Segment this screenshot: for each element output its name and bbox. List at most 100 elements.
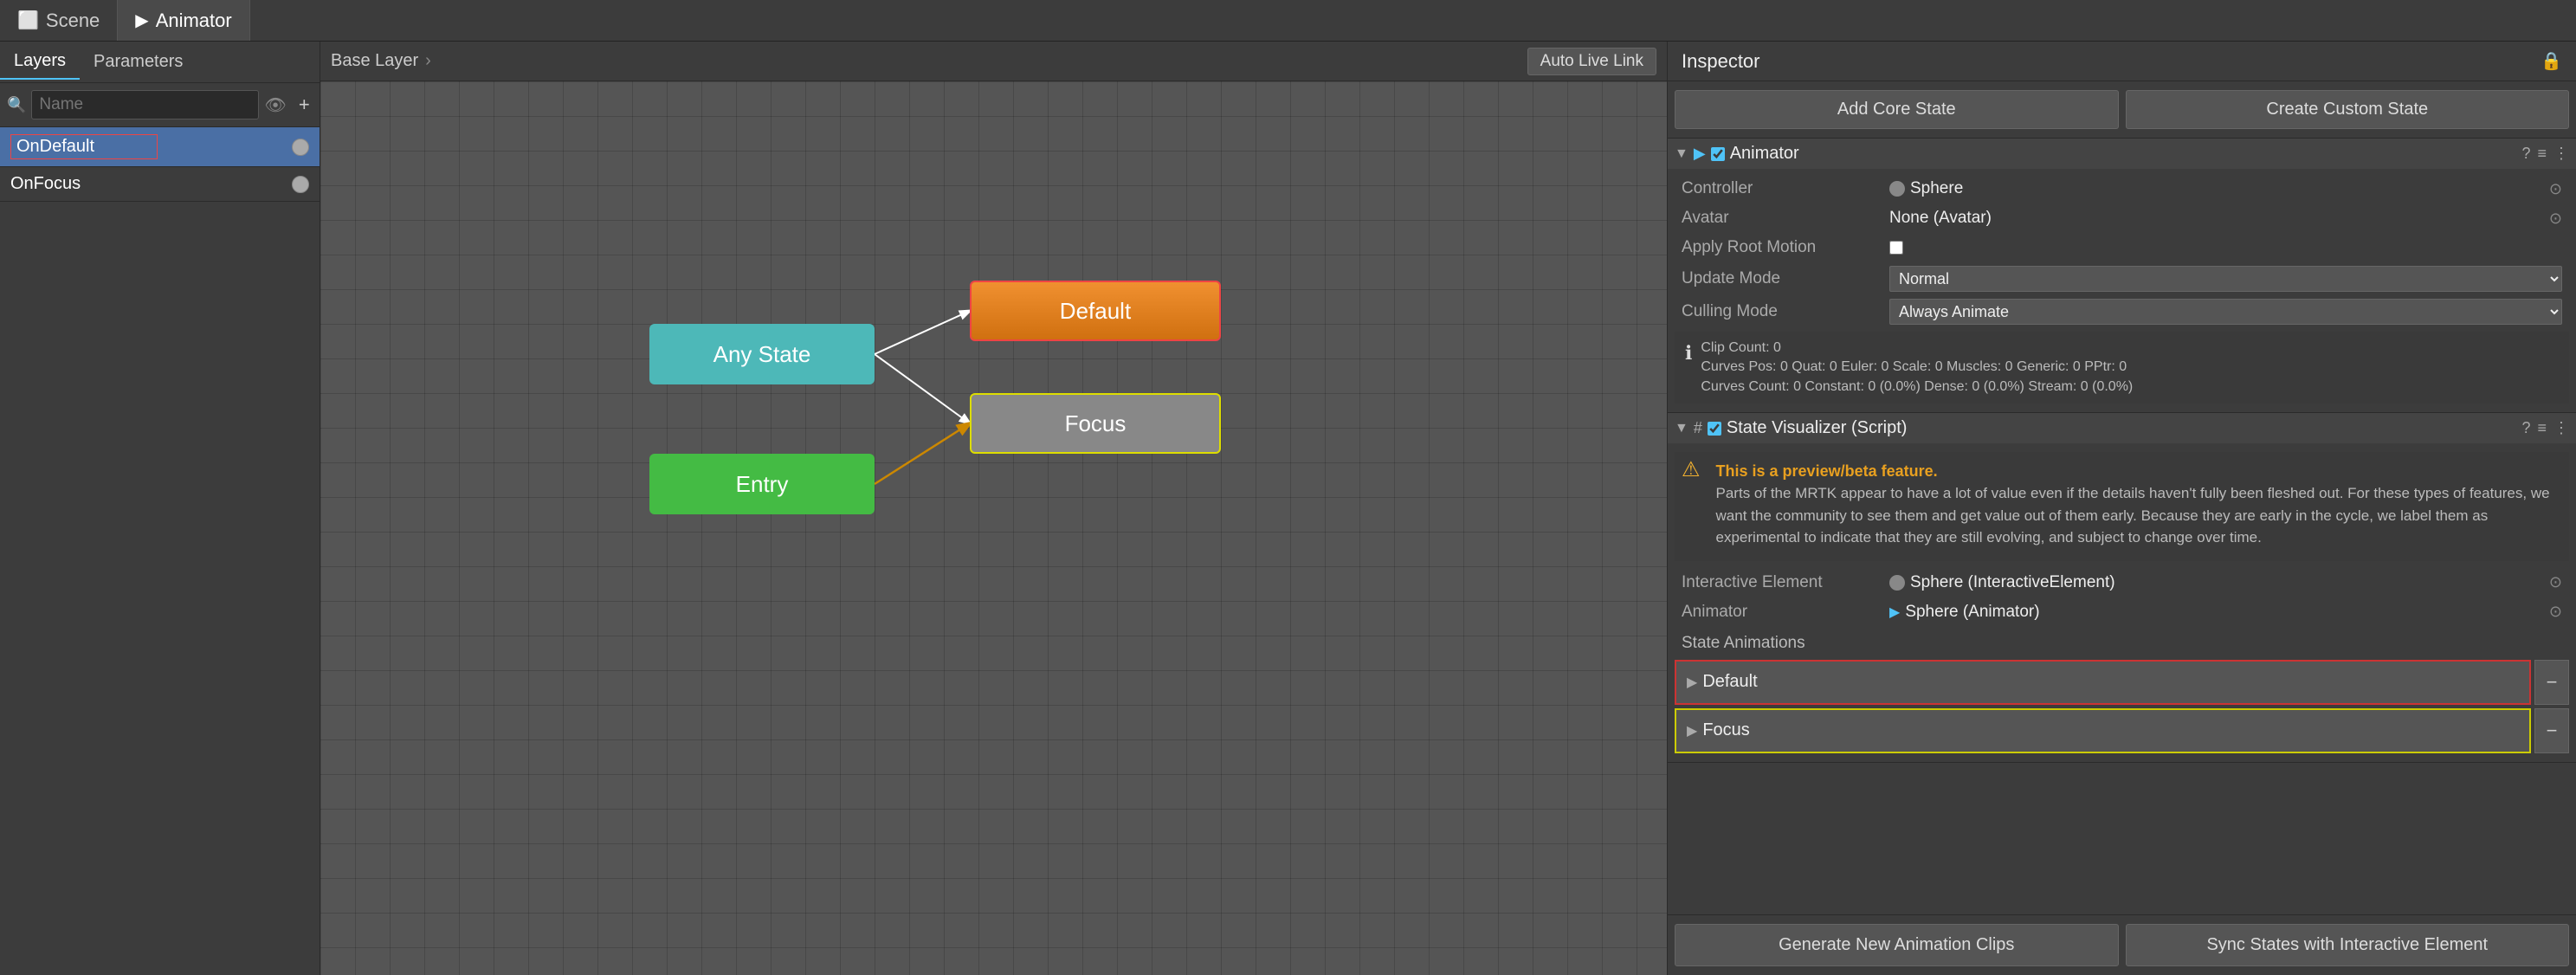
state-anim-focus: ▶ Focus −: [1675, 708, 2569, 753]
info-icon: ℹ: [1685, 340, 1692, 367]
animator-question-icon[interactable]: ?: [2521, 145, 2530, 163]
prop-culling-mode: Culling Mode Always Animate: [1668, 295, 2576, 328]
tab-parameters[interactable]: Parameters: [80, 45, 197, 79]
warning-section: ⚠ This is a preview/beta feature. Parts …: [1675, 452, 2569, 561]
prop-interactive-element: Interactive Element Sphere (InteractiveE…: [1668, 568, 2576, 597]
sync-states-button[interactable]: Sync States with Interactive Element: [2126, 924, 2570, 966]
breadcrumb-text: Base Layer: [331, 51, 418, 71]
update-mode-select[interactable]: Normal: [1889, 266, 2562, 292]
apply-root-motion-checkbox[interactable]: [1889, 241, 1903, 255]
layer-item-onfocus[interactable]: OnFocus: [0, 167, 320, 202]
layer-item-ondefault[interactable]: OnDefault: [0, 127, 320, 167]
controller-end-icon[interactable]: ⊙: [2549, 180, 2562, 198]
culling-mode-label: Culling Mode: [1682, 302, 1889, 321]
inspector-title: Inspector: [1682, 50, 2530, 73]
animator-overflow-icon[interactable]: ⋮: [2553, 145, 2569, 163]
tab-layers[interactable]: Layers: [0, 44, 80, 80]
state-animations-label: State Animations: [1668, 627, 2576, 656]
animator-canvas[interactable]: Any State Entry Default Focus: [320, 81, 1667, 975]
warning-icon: ⚠: [1682, 457, 1701, 482]
state-visualizer-component-icons: ? ≡ ⋮: [2521, 419, 2569, 437]
inspector-header-icons: 🔒: [2540, 50, 2562, 72]
update-mode-label: Update Mode: [1682, 269, 1889, 288]
state-visualizer-title: State Visualizer (Script): [1727, 418, 2517, 438]
state-entry[interactable]: Entry: [649, 454, 875, 514]
warning-text: Parts of the MRTK appear to have a lot o…: [1709, 482, 2562, 556]
lock-icon[interactable]: 🔒: [2540, 50, 2562, 72]
animator-component-body: Controller Sphere ⊙ Avatar None (Avatar): [1668, 169, 2576, 412]
generate-clips-button[interactable]: Generate New Animation Clips: [1675, 924, 2119, 966]
prop-controller: Controller Sphere ⊙: [1668, 174, 2576, 203]
interactive-element-end-icon[interactable]: ⊙: [2549, 573, 2562, 591]
clip-info-box: ℹ Clip Count: 0 Curves Pos: 0 Quat: 0 Eu…: [1675, 332, 2569, 404]
state-visualizer-overflow-icon[interactable]: ⋮: [2553, 419, 2569, 437]
tab-scene-label: Scene: [46, 10, 100, 32]
prop-apply-root-motion: Apply Root Motion: [1668, 233, 2576, 262]
state-visualizer-header[interactable]: ▼ # State Visualizer (Script) ? ≡ ⋮: [1668, 413, 2576, 443]
state-anim-focus-minus[interactable]: −: [2534, 708, 2569, 753]
animator-component-title: Animator: [1730, 144, 2517, 164]
state-focus[interactable]: Focus: [970, 393, 1221, 454]
add-core-state-button[interactable]: Add Core State: [1675, 90, 2119, 129]
clip-info-text: Clip Count: 0 Curves Pos: 0 Quat: 0 Eule…: [1701, 339, 2133, 397]
focus-anim-label: Focus: [1702, 720, 1749, 740]
avatar-value: None (Avatar): [1889, 209, 2546, 228]
breadcrumb: Base Layer ›: [331, 51, 431, 71]
animator-component-header[interactable]: ▼ ▶ Animator ? ≡ ⋮: [1668, 139, 2576, 169]
prop-avatar: Avatar None (Avatar) ⊙: [1668, 203, 2576, 233]
animator-collapse-arrow: ▼: [1675, 146, 1688, 162]
state-visualizer-question-icon[interactable]: ?: [2521, 419, 2530, 437]
tab-bar: ⬜ Scene ▶ Animator: [0, 0, 2576, 42]
layer-name-onfocus: OnFocus: [10, 174, 152, 194]
animator-toolbar: Base Layer › Auto Live Link: [320, 42, 1667, 81]
warning-content: This is a preview/beta feature. Parts of…: [1709, 457, 2562, 556]
controller-label: Controller: [1682, 179, 1889, 198]
animator-enabled-checkbox[interactable]: [1711, 147, 1725, 161]
warning-icon-row: ⚠ This is a preview/beta feature. Parts …: [1675, 452, 2569, 561]
state-visualizer-collapse-arrow: ▼: [1675, 421, 1688, 436]
interactive-element-icon: [1889, 575, 1905, 591]
prop-animator-ref: Animator ▶ Sphere (Animator) ⊙: [1668, 597, 2576, 627]
search-row: 🔍 👁 +: [0, 83, 320, 127]
state-visualizer-hash-icon: #: [1694, 419, 1702, 437]
state-anim-default: ▶ Default −: [1675, 660, 2569, 705]
search-icon: 🔍: [7, 96, 26, 114]
eye-icon[interactable]: 👁: [264, 94, 286, 116]
animator-ref-label: Animator: [1682, 603, 1889, 622]
layer-name-ondefault: OnDefault: [10, 134, 158, 159]
state-anim-focus-box[interactable]: ▶ Focus: [1675, 708, 2531, 753]
default-anim-label: Default: [1702, 672, 1757, 692]
animator-icon: ▶: [135, 10, 148, 31]
animator-settings-icon[interactable]: ≡: [2537, 145, 2547, 163]
scene-icon: ⬜: [17, 10, 39, 31]
animator-ref-end-icon[interactable]: ⊙: [2549, 603, 2562, 621]
state-any-state[interactable]: Any State: [649, 324, 875, 384]
layer-circle-ondefault: [292, 139, 309, 156]
auto-live-link-button[interactable]: Auto Live Link: [1527, 48, 1656, 75]
avatar-value-row: None (Avatar) ⊙: [1889, 209, 2562, 228]
state-visualizer-settings-icon[interactable]: ≡: [2537, 419, 2547, 437]
avatar-label: Avatar: [1682, 209, 1889, 228]
bottom-buttons: Generate New Animation Clips Sync States…: [1668, 914, 2576, 975]
interactive-element-label: Interactive Element: [1682, 573, 1889, 592]
tab-animator[interactable]: ▶ Animator: [118, 0, 249, 41]
culling-mode-select[interactable]: Always Animate: [1889, 299, 2562, 325]
right-panel: Inspector 🔒 Add Core State Create Custom…: [1667, 42, 2576, 975]
state-anim-default-box[interactable]: ▶ Default: [1675, 660, 2531, 705]
state-default[interactable]: Default: [970, 281, 1221, 341]
tab-scene[interactable]: ⬜ Scene: [0, 0, 118, 41]
spacer: [1668, 763, 2576, 914]
search-input[interactable]: [31, 90, 259, 119]
animator-ref-value: ▶ Sphere (Animator): [1889, 603, 2546, 622]
avatar-end-icon[interactable]: ⊙: [2549, 210, 2562, 228]
create-custom-state-button[interactable]: Create Custom State: [2126, 90, 2570, 129]
arrows-svg: [320, 81, 1667, 975]
state-visualizer-body: ⚠ This is a preview/beta feature. Parts …: [1668, 443, 2576, 762]
state-visualizer-enabled-checkbox[interactable]: [1708, 422, 1721, 436]
focus-anim-arrow: ▶: [1687, 722, 1697, 739]
state-anim-default-minus[interactable]: −: [2534, 660, 2569, 705]
tab-animator-label: Animator: [156, 10, 232, 32]
left-tabs: Layers Parameters: [0, 42, 320, 83]
add-layer-button[interactable]: +: [292, 90, 317, 119]
inspector-header: Inspector 🔒: [1668, 42, 2576, 81]
